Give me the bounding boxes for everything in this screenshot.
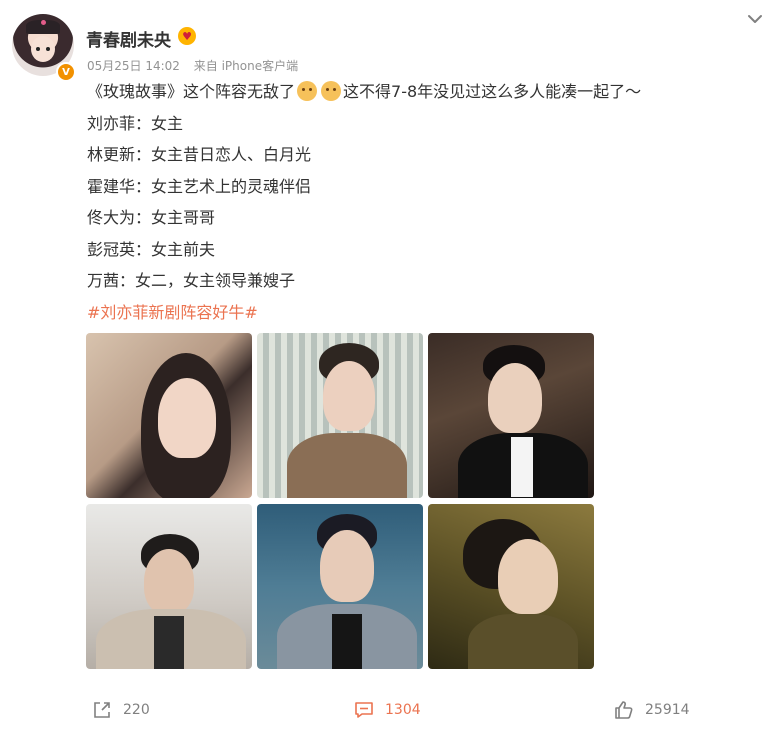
gallery-image[interactable] — [86, 333, 252, 498]
cast-line: 林更新：女主昔日恋人、白月光 — [87, 145, 312, 164]
cast-line: 佟大为：女主哥哥 — [87, 208, 216, 227]
avatar-eye — [46, 47, 50, 51]
post-date[interactable]: 05月25日 14:02 — [87, 59, 180, 73]
post-source: 来自 iPhone客户端 — [193, 59, 299, 73]
topic-link[interactable]: #刘亦菲新剧阵容好牛# — [87, 301, 747, 333]
avatar-eye — [36, 47, 40, 51]
repost-icon — [94, 702, 110, 718]
post-line-intro-post: 这不得7-8年没见过这么多人能凑一起了～ — [343, 82, 642, 101]
chevron-down-icon[interactable] — [746, 10, 764, 28]
avatar-gem — [41, 20, 46, 25]
cast-line: 彭冠英：女主前夫 — [87, 239, 216, 259]
comment-icon — [355, 702, 373, 718]
gallery-image[interactable] — [428, 504, 594, 669]
avatar-face — [31, 36, 55, 62]
comment-count: 1304 — [385, 702, 421, 718]
image-gallery — [86, 333, 594, 669]
gallery-image[interactable] — [257, 504, 423, 669]
repost-button[interactable]: 220 — [91, 696, 150, 724]
cast-line: 万茜：女二，女主领导兼嫂子 — [87, 271, 296, 290]
gallery-image[interactable] — [428, 333, 594, 498]
repost-count: 220 — [123, 702, 150, 718]
gallery-image[interactable] — [86, 504, 252, 669]
like-icon — [615, 701, 633, 719]
post-line-intro-pre: 《玫瑰故事》这个阵容无敌了 — [87, 82, 296, 101]
like-count: 25914 — [645, 702, 690, 718]
post-text: 《玫瑰故事》这个阵容无敌了 这不得7-8年没见过这么多人能凑一起了～ 刘亦菲：女主… — [87, 80, 747, 332]
gallery-image[interactable] — [257, 333, 423, 498]
post-line-intro: 《玫瑰故事》这个阵容无敌了 这不得7-8年没见过这么多人能凑一起了～ — [87, 80, 747, 112]
cast-line: 霍建华：女主艺术上的灵魂伴侣 — [87, 176, 312, 196]
doge-emoji-icon — [321, 81, 342, 101]
comment-button[interactable]: 1304 — [353, 696, 421, 724]
action-bar: 220 1304 25914 — [0, 696, 774, 726]
post-meta: 05月25日 14:02 来自 iPhone客户端 — [87, 57, 308, 74]
cast-line: 刘亦菲：女主 — [87, 113, 184, 133]
like-button[interactable]: 25914 — [613, 696, 690, 724]
verified-icon: V — [56, 62, 76, 82]
user-badge-icon[interactable]: ♥ — [178, 27, 196, 45]
username[interactable]: 青春剧未央 — [86, 26, 171, 51]
doge-emoji-icon — [297, 81, 318, 101]
